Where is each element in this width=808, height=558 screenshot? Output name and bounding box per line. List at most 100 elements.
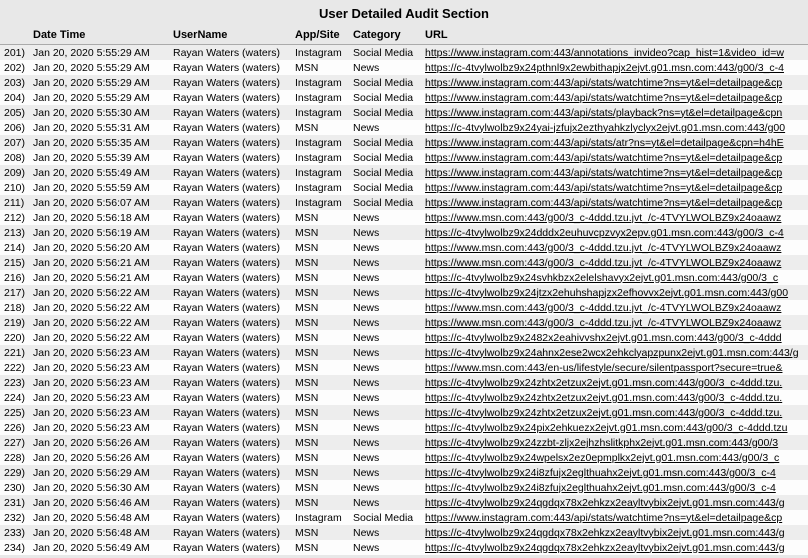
cell-category: Social Media [350,90,422,105]
cell-username: Rayan Waters (waters) [170,60,292,75]
table-row[interactable]: 231)Jan 20, 2020 5:56:46 AMRayan Waters … [0,495,808,510]
table-row[interactable]: 225)Jan 20, 2020 5:56:23 AMRayan Waters … [0,405,808,420]
table-row[interactable]: 206)Jan 20, 2020 5:55:31 AMRayan Waters … [0,120,808,135]
cell-url[interactable]: https://c-4tvylwolbz9x24yai-jzfujx2ezthy… [422,120,808,135]
cell-url[interactable]: https://c-4tvylwolbz9x24pix2ehkuezx2ejvt… [422,420,808,435]
cell-url[interactable]: https://c-4tvylwolbz9x24jtzx2ehuhshapjzx… [422,285,808,300]
cell-category: News [350,375,422,390]
table-row[interactable]: 209)Jan 20, 2020 5:55:49 AMRayan Waters … [0,165,808,180]
cell-url[interactable]: https://www.msn.com:443/en-us/lifestyle/… [422,360,808,375]
cell-url[interactable]: https://c-4tvylwolbz9x2482x2eahivvshx2ej… [422,330,808,345]
cell-url[interactable]: https://www.instagram.com:443/api/stats/… [422,165,808,180]
cell-url[interactable]: https://c-4tvylwolbz9x24qgdqx78x2ehkzx2e… [422,495,808,510]
row-number: 219) [0,315,30,330]
cell-url[interactable]: https://www.instagram.com:443/api/stats/… [422,135,808,150]
table-row[interactable]: 201)Jan 20, 2020 5:55:29 AMRayan Waters … [0,45,808,61]
cell-url[interactable]: https://www.instagram.com:443/api/stats/… [422,510,808,525]
cell-url[interactable]: https://www.msn.com:443/g00/3_c-4ddd.tzu… [422,300,808,315]
audit-table: Date Time UserName App/Site Category URL… [0,25,808,555]
cell-url[interactable]: https://c-4tvylwolbz9x24svhkbzx2elelshav… [422,270,808,285]
cell-url[interactable]: https://www.instagram.com:443/api/stats/… [422,105,808,120]
col-category[interactable]: Category [350,25,422,45]
table-row[interactable]: 223)Jan 20, 2020 5:56:23 AMRayan Waters … [0,375,808,390]
cell-url[interactable]: https://c-4tvylwolbz9x24qgdqx78x2ehkzx2e… [422,540,808,555]
cell-category: News [350,450,422,465]
col-appsite[interactable]: App/Site [292,25,350,45]
cell-url[interactable]: https://c-4tvylwolbz9x24zhtx2etzux2ejvt.… [422,405,808,420]
cell-url[interactable]: https://www.instagram.com:443/api/stats/… [422,195,808,210]
cell-username: Rayan Waters (waters) [170,510,292,525]
table-row[interactable]: 207)Jan 20, 2020 5:55:35 AMRayan Waters … [0,135,808,150]
cell-datetime: Jan 20, 2020 5:56:23 AM [30,345,170,360]
col-username[interactable]: UserName [170,25,292,45]
table-row[interactable]: 218)Jan 20, 2020 5:56:22 AMRayan Waters … [0,300,808,315]
cell-url[interactable]: https://www.instagram.com:443/api/stats/… [422,75,808,90]
table-row[interactable]: 228)Jan 20, 2020 5:56:26 AMRayan Waters … [0,450,808,465]
cell-appsite: MSN [292,285,350,300]
table-row[interactable]: 212)Jan 20, 2020 5:56:18 AMRayan Waters … [0,210,808,225]
cell-url[interactable]: https://c-4tvylwolbz9x24ahnx2ese2wcx2ehk… [422,345,808,360]
col-datetime[interactable]: Date Time [30,25,170,45]
cell-datetime: Jan 20, 2020 5:56:26 AM [30,450,170,465]
table-row[interactable]: 234)Jan 20, 2020 5:56:49 AMRayan Waters … [0,540,808,555]
table-row[interactable]: 219)Jan 20, 2020 5:56:22 AMRayan Waters … [0,315,808,330]
table-row[interactable]: 222)Jan 20, 2020 5:56:23 AMRayan Waters … [0,360,808,375]
table-row[interactable]: 221)Jan 20, 2020 5:56:23 AMRayan Waters … [0,345,808,360]
cell-datetime: Jan 20, 2020 5:56:46 AM [30,495,170,510]
cell-datetime: Jan 20, 2020 5:56:23 AM [30,420,170,435]
table-row[interactable]: 232)Jan 20, 2020 5:56:48 AMRayan Waters … [0,510,808,525]
cell-url[interactable]: https://c-4tvylwolbz9x24wpelsx2ez0epmplk… [422,450,808,465]
cell-datetime: Jan 20, 2020 5:56:19 AM [30,225,170,240]
table-row[interactable]: 213)Jan 20, 2020 5:56:19 AMRayan Waters … [0,225,808,240]
cell-url[interactable]: https://c-4tvylwolbz9x24pthnl9x2ewbithap… [422,60,808,75]
table-row[interactable]: 217)Jan 20, 2020 5:56:22 AMRayan Waters … [0,285,808,300]
cell-url[interactable]: https://c-4tvylwolbz9x24zzbt-zljx2ejhzhs… [422,435,808,450]
cell-category: News [350,300,422,315]
cell-url[interactable]: https://c-4tvylwolbz9x24zhtx2etzux2ejvt.… [422,375,808,390]
cell-url[interactable]: https://c-4tvylwolbz9x24qgdqx78x2ehkzx2e… [422,525,808,540]
cell-category: News [350,435,422,450]
cell-username: Rayan Waters (waters) [170,315,292,330]
cell-url[interactable]: https://c-4tvylwolbz9x24zhtx2etzux2ejvt.… [422,390,808,405]
cell-url[interactable]: https://www.msn.com:443/g00/3_c-4ddd.tzu… [422,210,808,225]
table-row[interactable]: 229)Jan 20, 2020 5:56:29 AMRayan Waters … [0,465,808,480]
cell-url[interactable]: https://www.msn.com:443/g00/3_c-4ddd.tzu… [422,240,808,255]
table-row[interactable]: 204)Jan 20, 2020 5:55:29 AMRayan Waters … [0,90,808,105]
table-row[interactable]: 224)Jan 20, 2020 5:56:23 AMRayan Waters … [0,390,808,405]
cell-appsite: Instagram [292,45,350,61]
cell-url[interactable]: https://www.msn.com:443/g00/3_c-4ddd.tzu… [422,315,808,330]
cell-url[interactable]: https://www.instagram.com:443/api/stats/… [422,180,808,195]
cell-url[interactable]: https://c-4tvylwolbz9x24i8zfujx2eglthuah… [422,480,808,495]
table-row[interactable]: 227)Jan 20, 2020 5:56:26 AMRayan Waters … [0,435,808,450]
cell-category: News [350,255,422,270]
col-url[interactable]: URL [422,25,808,45]
cell-url[interactable]: https://www.instagram.com:443/annotation… [422,45,808,61]
table-row[interactable]: 230)Jan 20, 2020 5:56:30 AMRayan Waters … [0,480,808,495]
table-row[interactable]: 211)Jan 20, 2020 5:56:07 AMRayan Waters … [0,195,808,210]
cell-datetime: Jan 20, 2020 5:56:20 AM [30,240,170,255]
table-row[interactable]: 205)Jan 20, 2020 5:55:30 AMRayan Waters … [0,105,808,120]
table-row[interactable]: 203)Jan 20, 2020 5:55:29 AMRayan Waters … [0,75,808,90]
cell-url[interactable]: https://c-4tvylwolbz9x24dddx2euhuvcpzvyx… [422,225,808,240]
table-row[interactable]: 233)Jan 20, 2020 5:56:48 AMRayan Waters … [0,525,808,540]
cell-url[interactable]: https://www.msn.com:443/g00/3_c-4ddd.tzu… [422,255,808,270]
cell-username: Rayan Waters (waters) [170,105,292,120]
row-number: 209) [0,165,30,180]
row-number: 225) [0,405,30,420]
cell-url[interactable]: https://www.instagram.com:443/api/stats/… [422,150,808,165]
table-row[interactable]: 220)Jan 20, 2020 5:56:22 AMRayan Waters … [0,330,808,345]
row-number: 223) [0,375,30,390]
table-row[interactable]: 210)Jan 20, 2020 5:55:59 AMRayan Waters … [0,180,808,195]
cell-url[interactable]: https://c-4tvylwolbz9x24i8zfujx2eglthuah… [422,465,808,480]
table-row[interactable]: 202)Jan 20, 2020 5:55:29 AMRayan Waters … [0,60,808,75]
cell-datetime: Jan 20, 2020 5:55:29 AM [30,90,170,105]
cell-datetime: Jan 20, 2020 5:56:48 AM [30,510,170,525]
table-row[interactable]: 214)Jan 20, 2020 5:56:20 AMRayan Waters … [0,240,808,255]
cell-url[interactable]: https://www.instagram.com:443/api/stats/… [422,90,808,105]
table-row[interactable]: 208)Jan 20, 2020 5:55:39 AMRayan Waters … [0,150,808,165]
table-row[interactable]: 216)Jan 20, 2020 5:56:21 AMRayan Waters … [0,270,808,285]
table-row[interactable]: 215)Jan 20, 2020 5:56:21 AMRayan Waters … [0,255,808,270]
cell-datetime: Jan 20, 2020 5:55:59 AM [30,180,170,195]
table-row[interactable]: 226)Jan 20, 2020 5:56:23 AMRayan Waters … [0,420,808,435]
cell-datetime: Jan 20, 2020 5:55:29 AM [30,60,170,75]
